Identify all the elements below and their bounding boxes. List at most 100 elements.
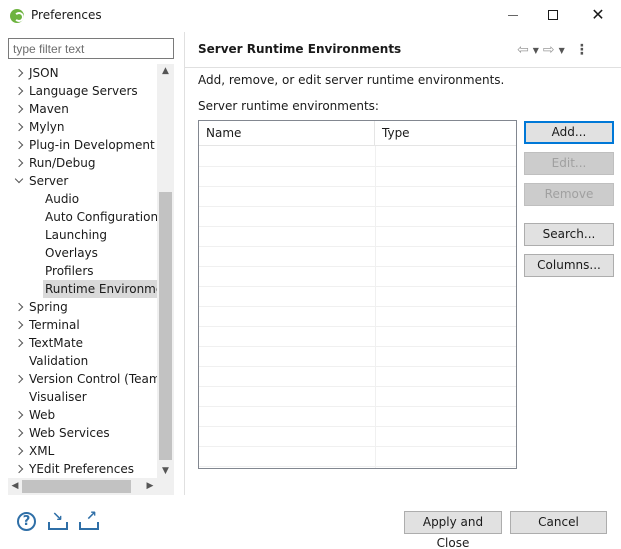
edit-button[interactable]: Edit...: [524, 152, 614, 175]
export-arrow: ↗: [86, 509, 97, 524]
chevron-right-icon[interactable]: [15, 406, 25, 424]
scroll-thumb[interactable]: [159, 192, 172, 460]
tree-vertical-scrollbar[interactable]: ▲ ▼: [157, 64, 174, 478]
chevron-right-icon[interactable]: [15, 298, 25, 316]
chevron-right-icon[interactable]: [15, 442, 25, 460]
export-icon[interactable]: ↗: [78, 509, 100, 531]
table-row-line: [199, 226, 516, 227]
add-button[interactable]: Add...: [524, 121, 614, 144]
window-title: Preferences: [31, 8, 102, 22]
columns-button[interactable]: Columns...: [524, 254, 614, 277]
filter-input[interactable]: [8, 38, 174, 59]
chevron-down-icon[interactable]: [15, 172, 25, 190]
chevron-right-icon[interactable]: [15, 118, 25, 136]
table-row-line: [199, 326, 516, 327]
chevron-right-icon[interactable]: [15, 154, 25, 172]
scroll-down-icon[interactable]: ▼: [157, 464, 174, 478]
runtime-environments-table[interactable]: Name Type: [198, 120, 517, 469]
chevron-right-icon[interactable]: [15, 64, 25, 82]
table-row-line: [199, 386, 516, 387]
table-row-line: [199, 166, 516, 167]
tree-item-label: Audio: [45, 192, 80, 206]
chevron-right-icon[interactable]: [15, 370, 25, 388]
tree-item-label: Terminal: [29, 318, 80, 332]
chevron-right-icon[interactable]: [15, 460, 25, 478]
table-row-line: [199, 406, 516, 407]
table-row-line: [199, 366, 516, 367]
scroll-up-icon[interactable]: ▲: [157, 64, 174, 78]
page-header: Server Runtime Environments ⇦ ▼ ⇨ ▼ ⋮: [185, 32, 621, 68]
table-row-line: [199, 466, 516, 467]
tree-item-label: TextMate: [29, 336, 84, 350]
view-menu-icon[interactable]: ⋮: [575, 42, 589, 58]
tree-item-label: Spring: [29, 300, 68, 314]
import-arrow: ↘: [52, 510, 63, 525]
chevron-right-icon[interactable]: [15, 100, 25, 118]
preference-tree: JSON Language Servers Maven Mylyn Plug-in De…: [8, 64, 174, 478]
tree-item-label: Launching: [45, 228, 108, 242]
table-row-line: [199, 446, 516, 447]
table-row-line: [199, 246, 516, 247]
column-header-type[interactable]: Type: [375, 121, 516, 146]
minimize-icon: [508, 14, 518, 16]
tree-item-label: Run/Debug: [29, 156, 96, 170]
tree-item-label: Version Control (Team): [29, 372, 166, 386]
scroll-corner: [157, 478, 174, 495]
table-row-line: [199, 286, 516, 287]
tree-item-label: Runtime Environmen: [43, 280, 173, 298]
tree-item-label: Language Servers: [29, 84, 138, 98]
table-label: Server runtime environments:: [198, 99, 379, 113]
table-row-line: [199, 346, 516, 347]
tree-item-label: YEdit Preferences: [29, 462, 134, 476]
table-row-line: [199, 186, 516, 187]
apply-and-close-button[interactable]: Apply and Close: [404, 511, 502, 549]
maximize-button[interactable]: [530, 0, 576, 30]
table-header: Name Type: [199, 121, 516, 146]
sash-divider[interactable]: [184, 32, 185, 495]
back-arrow-icon[interactable]: ⇦: [517, 42, 529, 58]
close-button[interactable]: ✕: [575, 0, 621, 30]
tree-item-label: XML: [29, 444, 55, 458]
import-icon[interactable]: ↘: [47, 510, 69, 531]
tree-item-label: Visualiser: [29, 390, 87, 404]
column-divider: [375, 146, 376, 468]
tree-horizontal-scrollbar[interactable]: ◀ ▶: [8, 478, 157, 495]
tree-item-label: Validation: [29, 354, 89, 368]
tree-item-label: Mylyn: [29, 120, 65, 134]
scroll-thumb-horizontal[interactable]: [22, 480, 131, 493]
page-title: Server Runtime Environments: [198, 42, 402, 56]
tree-item-label: Web Services: [29, 426, 110, 440]
maximize-icon: [548, 10, 558, 20]
table-row-line: [199, 306, 516, 307]
tree-item-label: Web: [29, 408, 56, 422]
table-row-line: [199, 206, 516, 207]
chevron-right-icon[interactable]: [15, 316, 25, 334]
forward-dropdown-icon[interactable]: ▼: [559, 46, 565, 55]
forward-arrow-icon[interactable]: ⇨: [543, 42, 555, 58]
cancel-button[interactable]: Cancel: [510, 511, 607, 534]
close-icon: ✕: [591, 5, 605, 24]
chevron-right-icon[interactable]: [15, 334, 25, 352]
table-row-line: [199, 266, 516, 267]
help-icon[interactable]: ?: [17, 512, 36, 531]
remove-button[interactable]: Remove: [524, 183, 614, 206]
tree-item-label: Server: [29, 174, 69, 188]
spring-leaf-icon: [10, 9, 24, 23]
page-description: Add, remove, or edit server runtime envi…: [198, 73, 505, 87]
tree-item-label: Overlays: [45, 246, 98, 260]
tree-item-label: Plug-in Development: [29, 138, 155, 152]
title-bar: Preferences ✕: [0, 0, 621, 32]
tree-item-label: Profilers: [45, 264, 94, 278]
search-button[interactable]: Search...: [524, 223, 614, 246]
scroll-right-icon[interactable]: ▶: [143, 478, 157, 495]
tree-item-label: Maven: [29, 102, 69, 116]
column-header-name[interactable]: Name: [199, 121, 375, 146]
chevron-right-icon[interactable]: [15, 424, 25, 442]
page-nav: ⇦ ▼ ⇨ ▼ ⋮: [517, 40, 589, 60]
tree-item-label: JSON: [29, 66, 59, 80]
back-dropdown-icon[interactable]: ▼: [533, 46, 539, 55]
scroll-left-icon[interactable]: ◀: [8, 478, 22, 495]
chevron-right-icon[interactable]: [15, 82, 25, 100]
chevron-right-icon[interactable]: [15, 136, 25, 154]
tree-item-label: Auto Configuration: [45, 210, 159, 224]
